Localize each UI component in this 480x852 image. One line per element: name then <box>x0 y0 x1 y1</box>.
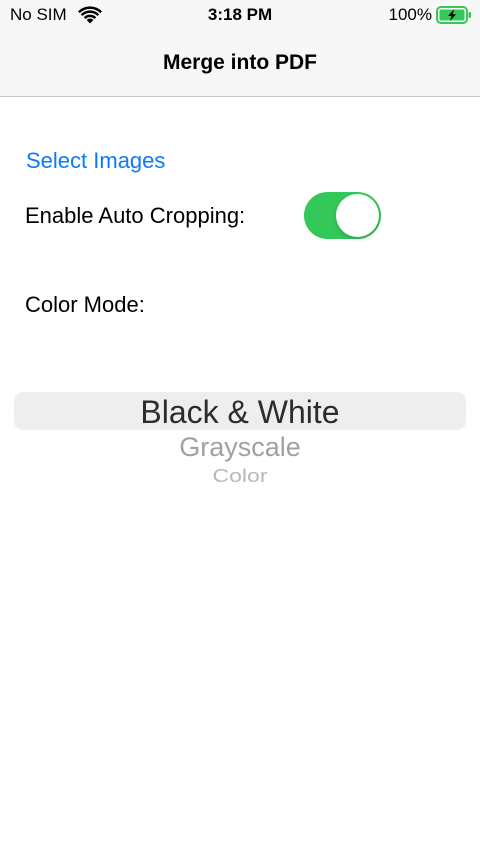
status-bar: No SIM 3:18 PM 100% <box>0 0 480 30</box>
navigation-bar: Merge into PDF <box>0 30 480 97</box>
page-title: Merge into PDF <box>162 51 317 74</box>
auto-cropping-label: Enable Auto Cropping: <box>25 203 246 228</box>
battery-charging-icon <box>436 6 471 24</box>
picker-option-black-white[interactable]: Black & White <box>14 393 466 431</box>
toggle-knob <box>336 194 379 237</box>
auto-cropping-toggle[interactable] <box>304 192 381 239</box>
picker-option-color[interactable]: Color <box>14 465 466 486</box>
picker-option-grayscale[interactable]: Grayscale <box>14 431 466 463</box>
color-mode-picker[interactable]: Black & White Grayscale Color <box>14 380 466 492</box>
battery-percentage: 100% <box>388 5 432 24</box>
color-mode-label: Color Mode: <box>25 292 145 317</box>
select-images-button[interactable]: Select Images <box>26 147 165 175</box>
